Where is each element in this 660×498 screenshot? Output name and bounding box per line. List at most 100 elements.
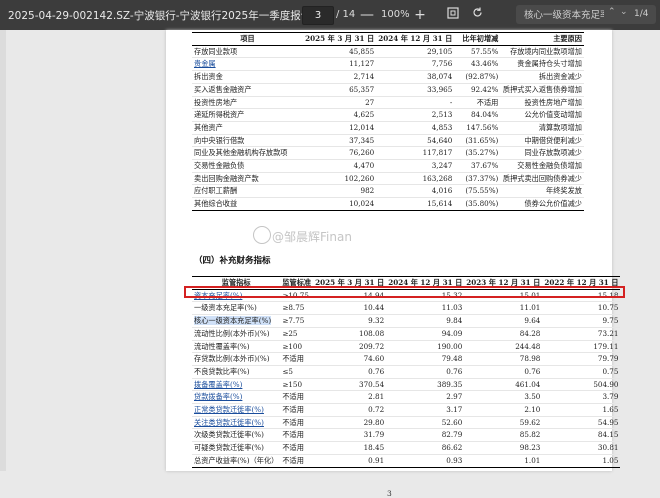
cell-value: 57.55% (470, 46, 499, 56)
rotate-icon[interactable] (468, 6, 486, 24)
cell-value: 29.80 (363, 417, 385, 427)
page-number-input[interactable]: 3 (302, 6, 334, 25)
table-cell: ≥8.75 (280, 301, 314, 316)
table-row: 总资产收益率(%)（年化） 不适用 0.91 0.93 1.01 1.05 (192, 454, 621, 468)
search-box[interactable]: ⌃ ⌄ 1/4 (516, 5, 656, 24)
table-row: 向中央银行借款 37,345 54,640 (31.65%) 中期借贷便利减少 (192, 134, 584, 148)
table-cell: 94.09 (386, 327, 465, 341)
table-cell: 0.91 (313, 454, 387, 468)
table-cell: 3.79 (542, 390, 621, 405)
cell-value: 85.82 (519, 430, 541, 440)
table-cell: 不良贷款比率(%) (192, 365, 281, 379)
table-cell: 4,853 (376, 121, 455, 135)
table-cell: 不适用 (280, 403, 314, 417)
table-row: 关注类贷款迁徙率(%) 不适用 29.80 52.60 59.62 54.95 (192, 416, 621, 430)
table-cell: 存放境内同业款项增加 (500, 45, 584, 59)
table-cell: 73.21 (542, 327, 621, 341)
table-cell: ≥100 (280, 340, 314, 354)
search-input[interactable] (524, 7, 604, 21)
cell-value: 10.75 (597, 303, 619, 313)
row-label[interactable]: 关注类贷款迁徙率(%) (194, 418, 264, 427)
scrollbar[interactable] (650, 30, 660, 471)
cell-value: 7,756 (431, 59, 453, 69)
table-cell: 982 (303, 184, 377, 199)
table-cell: 清算款项增加 (500, 121, 584, 135)
table-row: 存贷款比例(本外币)(%) 不适用 74.60 79.48 78.98 79.79 (192, 352, 621, 366)
cell-value: 11.03 (441, 303, 463, 313)
cell-value: 461.04 (515, 379, 541, 389)
table-cell: 92.42% (454, 83, 501, 97)
fit-page-icon[interactable] (444, 6, 462, 24)
table-cell: 贷款拨备率(%) (192, 390, 281, 405)
table-cell: 0.75 (542, 365, 621, 379)
row-label: 流动性覆盖率(%) (194, 341, 250, 351)
previous-match-icon[interactable]: ⌃ (608, 7, 616, 17)
table-cell: 10,024 (303, 197, 377, 211)
cell-value: 4,016 (431, 186, 453, 196)
table-cell: 98.23 (464, 441, 543, 455)
zoom-out-button[interactable]: — (358, 6, 376, 24)
cell-value: 84.04% (470, 110, 499, 120)
document-title: 2025-04-29-002142.SZ-宁波银行-宁波银行2025年一季度报告… (8, 10, 332, 22)
row-label[interactable]: 拨备覆盖率(%) (194, 380, 242, 389)
table-cell: 2.97 (386, 390, 465, 405)
table-cell: 4,016 (376, 184, 455, 199)
table-cell: 4,470 (303, 159, 377, 173)
cell-value: 370.54 (359, 379, 385, 389)
cell-value: 不适用 (282, 443, 304, 453)
table-cell: 2.10 (464, 403, 543, 417)
cell-value: 清算款项增加 (538, 122, 582, 132)
table-cell: 11.03 (386, 301, 465, 316)
table-cell: 65,357 (303, 83, 377, 97)
row-label: 同业及其他金融机构存放款项 (194, 148, 288, 158)
table-row: 其他资产 12,014 4,853 147.56% 清算款项增加 (192, 121, 584, 135)
table-cell: 贵金属持仓头寸增加 (500, 57, 584, 72)
table-cell: ≥150 (280, 378, 314, 392)
cell-value: 43.46% (470, 59, 499, 69)
cell-value: 2.10 (524, 405, 541, 415)
left-gutter (0, 30, 6, 471)
cell-value: (31.65%) (465, 135, 499, 145)
table-cell: 一级资本充足率(%) (192, 301, 281, 316)
row-label: 卖出回购金融资产款 (194, 173, 259, 183)
cell-value: 11.01 (519, 303, 541, 313)
table-row: 可疑类贷款迁徙率(%) 不适用 18.45 86.62 98.23 30.81 (192, 441, 621, 455)
table-cell: 核心一级资本充足率(%) (192, 314, 281, 328)
zoom-in-button[interactable]: + (411, 6, 429, 24)
table-row: 贵金属 11,127 7,756 43.46% 贵金属持仓头寸增加 (192, 57, 584, 72)
row-label[interactable]: 贵金属 (194, 59, 216, 68)
table-cell: (37.37%) (454, 172, 501, 186)
next-match-icon[interactable]: ⌄ (620, 7, 628, 17)
zoom-level[interactable]: 100% (381, 9, 410, 20)
row-label: 递延所得税资产 (194, 110, 245, 120)
table-cell: 79.48 (386, 352, 465, 366)
table-cell: 总资产收益率(%)（年化） (192, 454, 281, 468)
cell-value: 3.79 (602, 392, 619, 402)
cell-value: ≥7.75 (282, 316, 305, 326)
cell-value: 84.15 (597, 430, 619, 440)
pdf-toolbar: 2025-04-29-002142.SZ-宁波银行-宁波银行2025年一季度报告… (0, 0, 660, 30)
table-cell: (75.55%) (454, 184, 501, 199)
table-cell: 29.80 (313, 416, 387, 430)
cell-value: 76,260 (349, 148, 375, 158)
table-cell: 投资性房地产 (192, 96, 304, 110)
table-cell: 43.46% (454, 57, 501, 72)
cell-value: (35.80%) (465, 199, 499, 209)
cell-value: 0.76 (446, 366, 463, 376)
table-row: 投资性房地产 27 - 不适用 投资性房地产增加 (192, 96, 584, 110)
column-header: 主要原因 (500, 32, 584, 46)
cell-value: 982 (360, 186, 375, 196)
cell-value: 4,625 (353, 110, 375, 120)
table-cell: 1.01 (464, 454, 543, 468)
table-cell: 债券公允价值减少 (500, 197, 584, 211)
row-label[interactable]: 正常类贷款迁徙率(%) (194, 405, 264, 414)
cell-value: 公允价值变动增加 (524, 110, 582, 120)
cell-value: 11,127 (349, 59, 375, 69)
table-cell: (35.27%) (454, 146, 501, 161)
row-label: 其他资产 (194, 122, 223, 132)
cell-value: 0.93 (446, 455, 463, 465)
cell-value: 33,965 (427, 84, 453, 94)
cell-value: 78.98 (519, 354, 541, 364)
cell-value: 52.60 (441, 417, 463, 427)
row-label[interactable]: 贷款拨备率(%) (194, 392, 242, 401)
